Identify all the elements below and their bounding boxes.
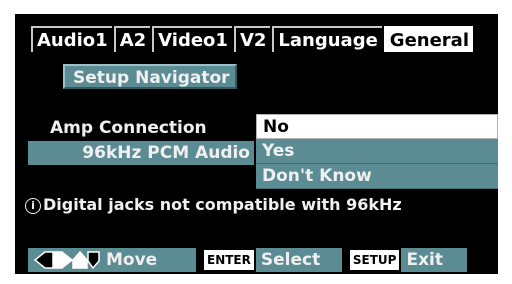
- footer-bar: Move ENTER Select SETUP Exit: [28, 248, 468, 272]
- move-hint: Move: [28, 248, 196, 272]
- option-dont-know[interactable]: Don't Know: [256, 164, 498, 189]
- option-yes[interactable]: Yes: [256, 139, 498, 164]
- amp-connection-label: Amp Connection: [50, 118, 207, 138]
- amp-connection-options: No Yes Don't Know: [256, 114, 498, 189]
- select-hint: Select: [255, 248, 342, 272]
- tab-a2[interactable]: A2: [113, 26, 151, 52]
- osd-screen: Audio1 A2 Video1 V2 Language General Set…: [15, 14, 498, 274]
- setup-navigator-button[interactable]: Setup Navigator: [63, 64, 237, 89]
- enter-key: ENTER: [204, 250, 254, 270]
- tab-language[interactable]: Language: [272, 26, 382, 52]
- option-no[interactable]: No: [256, 114, 498, 139]
- tab-video1[interactable]: Video1: [152, 26, 232, 52]
- info-message: i Digital jacks not compatible with 96kHz: [25, 195, 402, 214]
- move-label: Move: [106, 250, 158, 270]
- tab-bar: Audio1 A2 Video1 V2 Language General: [31, 26, 475, 52]
- exit-hint: Exit: [401, 248, 468, 272]
- info-text: Digital jacks not compatible with 96kHz: [43, 195, 402, 214]
- tab-v2[interactable]: V2: [233, 26, 271, 52]
- pcm-audio-item[interactable]: 96kHz PCM Audio: [28, 141, 254, 165]
- tab-general[interactable]: General: [383, 26, 473, 52]
- info-icon: i: [25, 198, 41, 214]
- tab-audio1[interactable]: Audio1: [31, 26, 112, 52]
- setup-key: SETUP: [349, 250, 400, 270]
- arrow-keys-icon: [34, 251, 100, 269]
